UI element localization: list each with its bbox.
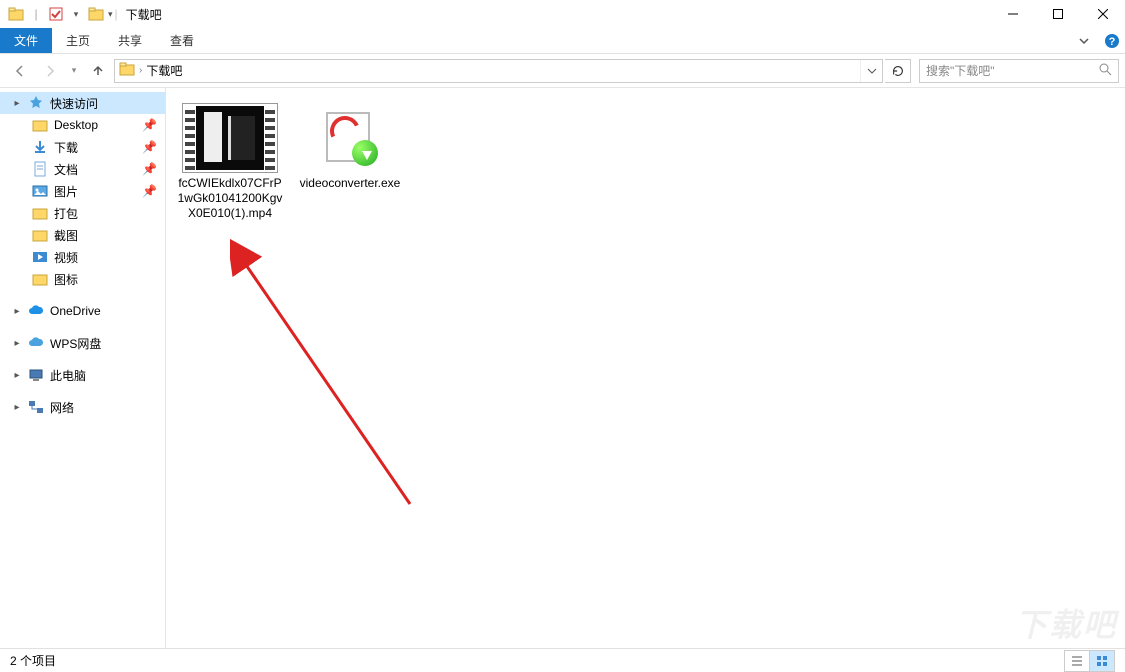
breadcrumb-item[interactable]: 下载吧 <box>146 62 182 79</box>
file-item-exe[interactable]: videoconverter.exe <box>294 100 406 191</box>
help-icon[interactable]: ? <box>1099 28 1125 53</box>
up-button[interactable] <box>84 58 112 84</box>
sidebar-thispc[interactable]: ▸此电脑 <box>0 364 165 386</box>
expand-icon[interactable]: ▸ <box>12 402 22 413</box>
expand-icon[interactable]: ▸ <box>12 306 22 317</box>
window-controls <box>990 0 1125 28</box>
qat-separator: | <box>26 4 46 24</box>
quick-access-toolbar: | ▾ ▾ | <box>0 4 118 24</box>
tab-share[interactable]: 共享 <box>104 28 156 53</box>
folder-title-icon <box>86 4 106 24</box>
sidebar-item-tubiao[interactable]: 图标 <box>0 268 165 290</box>
expand-icon[interactable]: ▸ <box>12 98 22 109</box>
file-tab[interactable]: 文件 <box>0 28 52 53</box>
back-button[interactable] <box>6 58 34 84</box>
star-icon <box>28 95 44 111</box>
qat-chevron[interactable]: ▾ <box>108 9 113 20</box>
forward-button[interactable] <box>36 58 64 84</box>
watermark: 下载吧 <box>1015 600 1117 646</box>
folder-app-icon <box>6 4 26 24</box>
minimize-button[interactable] <box>990 0 1035 28</box>
sidebar-network[interactable]: ▸网络 <box>0 396 165 418</box>
document-icon <box>32 161 48 177</box>
pictures-icon <box>32 183 48 199</box>
status-item-count: 2 个项目 <box>10 652 56 669</box>
file-item-video[interactable]: fcCWIEkdlx07CFrP1wGk01041200KgvX0E010(1)… <box>174 100 286 221</box>
sidebar-item-jietu[interactable]: 截图 <box>0 224 165 246</box>
cloud-icon <box>28 303 44 319</box>
video-thumbnail <box>180 100 280 176</box>
navigation-pane: ▸ 快速访问 Desktop📌 下载📌 文档📌 图片📌 打包 截图 视频 图标 … <box>0 88 166 648</box>
window-title: 下载吧 <box>126 6 162 23</box>
icons-view-button[interactable] <box>1089 650 1115 672</box>
search-icon <box>1098 62 1112 79</box>
sidebar-label: 快速访问 <box>50 95 98 112</box>
address-folder-icon <box>119 61 135 80</box>
ribbon-tabs: 文件 主页 共享 查看 ? <box>0 28 1125 54</box>
tab-view[interactable]: 查看 <box>156 28 208 53</box>
sidebar-item-videos[interactable]: 视频 <box>0 246 165 268</box>
breadcrumb-separator[interactable]: › <box>139 65 142 76</box>
computer-icon <box>28 367 44 383</box>
properties-qat-icon[interactable] <box>46 4 66 24</box>
network-icon <box>28 399 44 415</box>
close-button[interactable] <box>1080 0 1125 28</box>
maximize-button[interactable] <box>1035 0 1080 28</box>
pin-icon: 📌 <box>142 184 157 198</box>
explorer-body: ▸ 快速访问 Desktop📌 下载📌 文档📌 图片📌 打包 截图 视频 图标 … <box>0 88 1125 648</box>
tab-home[interactable]: 主页 <box>52 28 104 53</box>
details-view-button[interactable] <box>1064 650 1090 672</box>
pin-icon: 📌 <box>142 118 157 132</box>
folder-icon <box>32 117 48 133</box>
title-bar: | ▾ ▾ | 下载吧 <box>0 0 1125 28</box>
sidebar-wps[interactable]: ▸WPS网盘 <box>0 332 165 354</box>
refresh-button[interactable] <box>885 59 911 83</box>
file-list-area[interactable]: fcCWIEkdlx07CFrP1wGk01041200KgvX0E010(1)… <box>166 88 1125 648</box>
sidebar-item-dabao[interactable]: 打包 <box>0 202 165 224</box>
folder-icon <box>32 271 48 287</box>
search-placeholder: 搜索"下载吧" <box>926 62 995 79</box>
file-name: videoconverter.exe <box>298 176 403 191</box>
pin-icon: 📌 <box>142 140 157 154</box>
sidebar-quick-access[interactable]: ▸ 快速访问 <box>0 92 165 114</box>
download-icon <box>32 139 48 155</box>
sidebar-item-downloads[interactable]: 下载📌 <box>0 136 165 158</box>
search-box[interactable]: 搜索"下载吧" <box>919 59 1119 83</box>
exe-icon <box>300 100 400 176</box>
recent-dropdown[interactable]: ▾ <box>66 58 82 84</box>
status-bar: 2 个项目 <box>0 648 1125 672</box>
sidebar-onedrive[interactable]: ▸OneDrive <box>0 300 165 322</box>
address-bar[interactable]: › 下载吧 <box>114 59 883 83</box>
address-dropdown-icon[interactable] <box>860 60 882 82</box>
navigation-bar: ▾ › 下载吧 搜索"下载吧" <box>0 54 1125 88</box>
view-mode-buttons <box>1065 650 1115 672</box>
sidebar-item-documents[interactable]: 文档📌 <box>0 158 165 180</box>
video-icon <box>32 249 48 265</box>
file-name: fcCWIEkdlx07CFrP1wGk01041200KgvX0E010(1)… <box>174 176 286 221</box>
expand-icon[interactable]: ▸ <box>12 338 22 349</box>
sidebar-item-pictures[interactable]: 图片📌 <box>0 180 165 202</box>
ribbon-expand-icon[interactable] <box>1069 28 1099 53</box>
svg-text:?: ? <box>1109 36 1116 48</box>
qat-dropdown-icon[interactable]: ▾ <box>66 4 86 24</box>
expand-icon[interactable]: ▸ <box>12 370 22 381</box>
folder-icon <box>32 227 48 243</box>
folder-icon <box>32 205 48 221</box>
sidebar-item-desktop[interactable]: Desktop📌 <box>0 114 165 136</box>
cloud-icon <box>28 335 44 351</box>
pin-icon: 📌 <box>142 162 157 176</box>
